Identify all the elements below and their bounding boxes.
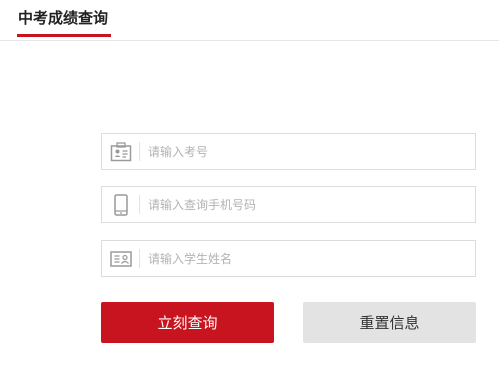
page: 中考成绩查询 请输入考号 请输入查询手机号码 请输入学生姓名 立刻查询 重置信息 [0, 0, 499, 368]
reset-button[interactable]: 重置信息 [303, 302, 476, 343]
field-divider [139, 142, 140, 161]
id-card-icon [102, 134, 139, 169]
name-card-icon [102, 241, 139, 276]
page-title: 中考成绩查询 [18, 9, 109, 27]
header: 中考成绩查询 [0, 0, 499, 41]
student-name-input[interactable] [148, 241, 468, 276]
phone-field [101, 186, 476, 223]
phone-input[interactable] [148, 187, 468, 222]
field-divider [139, 195, 140, 214]
student-name-field [101, 240, 476, 277]
title-underline [17, 34, 111, 37]
query-button[interactable]: 立刻查询 [101, 302, 274, 343]
exam-number-input[interactable] [148, 134, 468, 169]
mobile-phone-icon [102, 187, 139, 222]
exam-number-field [101, 133, 476, 170]
field-divider [139, 249, 140, 268]
